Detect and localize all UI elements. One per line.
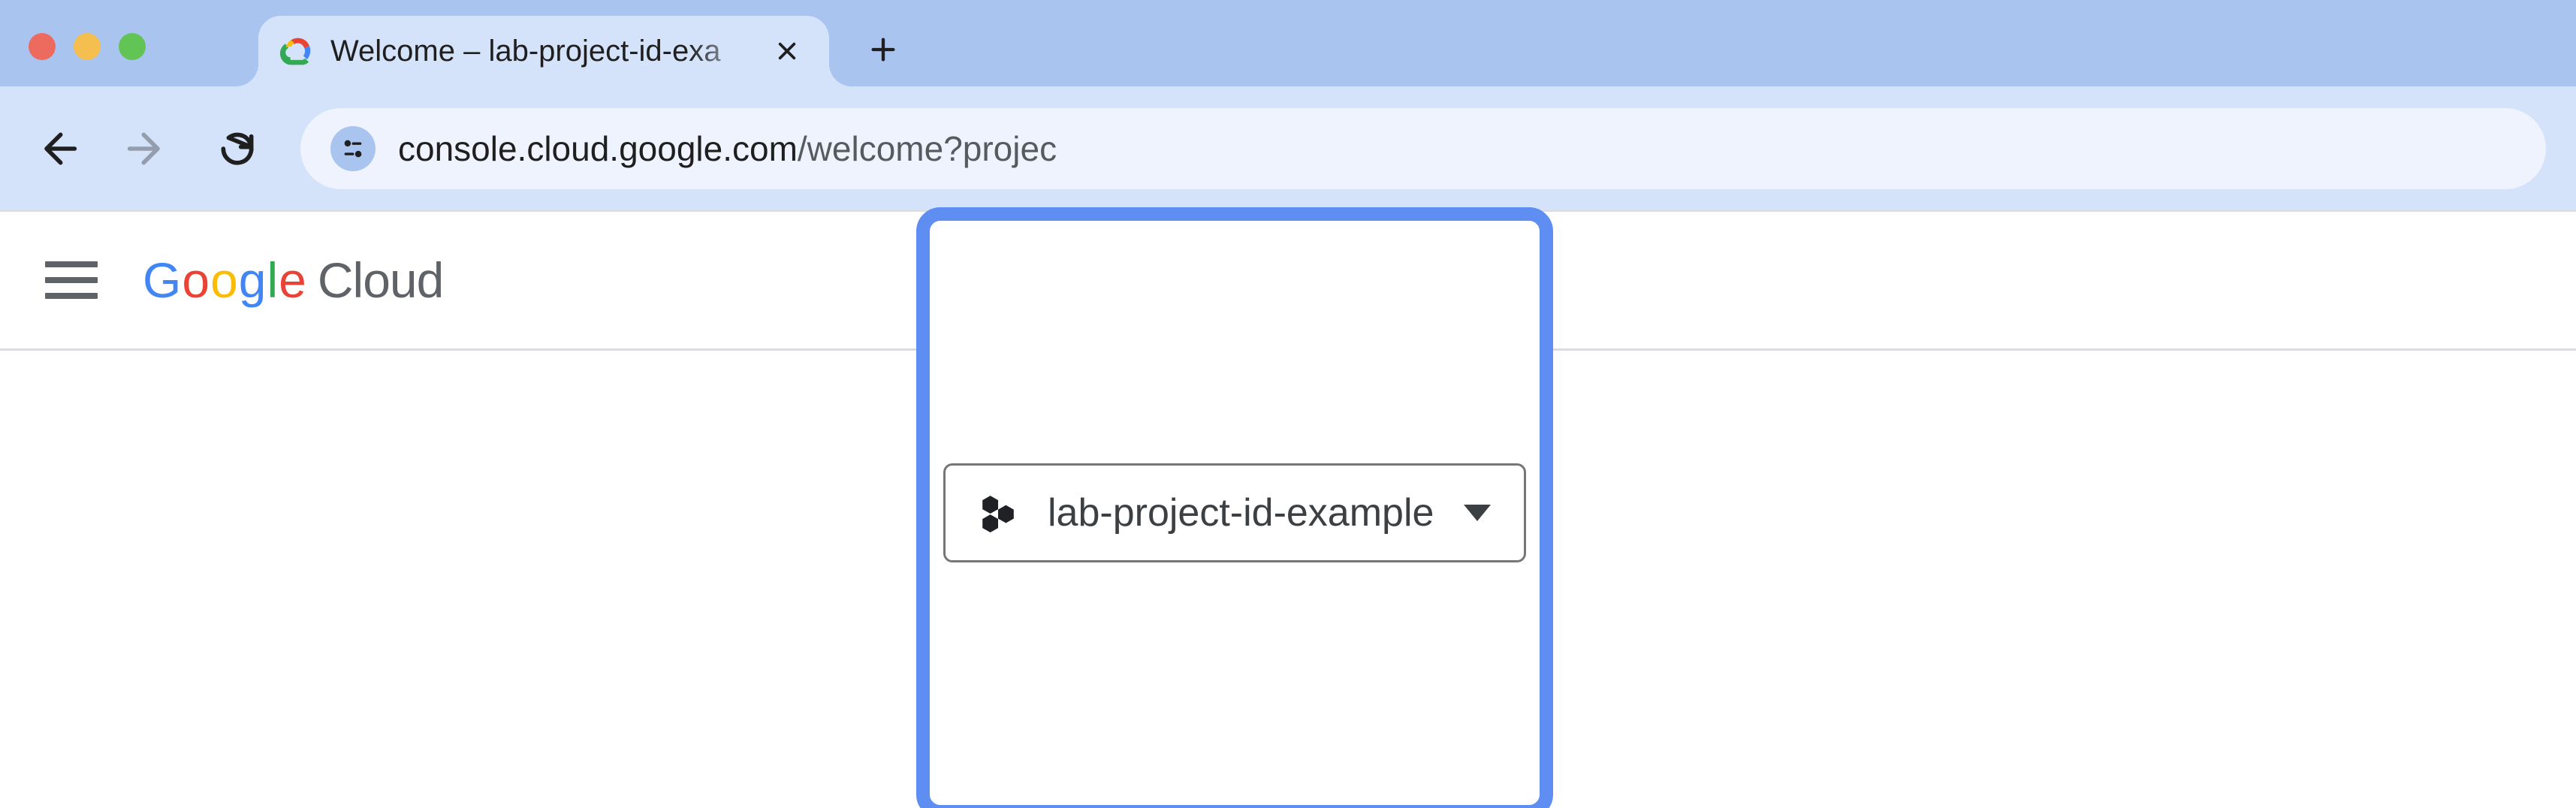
new-tab-button[interactable] <box>865 32 901 68</box>
navigation-menu-button[interactable] <box>45 261 98 299</box>
browser-tab-active[interactable]: Welcome – lab-project-id-exa <box>258 16 829 86</box>
gcloud-header: Google Cloud lab-project-id-example <box>0 212 2576 351</box>
tab-title: Welcome – lab-project-id-exa <box>330 35 753 68</box>
project-selector-name: lab-project-id-example <box>1048 490 1434 535</box>
project-selector-highlight: lab-project-id-example <box>916 207 1553 808</box>
site-settings-icon[interactable] <box>330 126 376 171</box>
window-close-button[interactable] <box>29 33 56 60</box>
project-hex-icon <box>979 493 1018 532</box>
address-bar[interactable]: console.cloud.google.com/welcome?projec <box>300 108 2546 189</box>
page-content: Google Cloud lab-project-id-example <box>0 210 2576 808</box>
window-minimize-button[interactable] <box>74 33 101 60</box>
window-controls <box>29 33 146 60</box>
tab-strip: Welcome – lab-project-id-exa <box>0 0 2576 86</box>
nav-reload-button[interactable] <box>210 122 264 176</box>
logo-cloud-text: Cloud <box>318 252 443 309</box>
url-path: /welcome?projec <box>798 129 1057 168</box>
tab-close-icon[interactable] <box>771 35 804 68</box>
browser-toolbar: console.cloud.google.com/welcome?projec <box>0 86 2576 210</box>
url-host: console.cloud.google.com <box>398 129 798 168</box>
google-cloud-logo[interactable]: Google Cloud <box>143 252 443 309</box>
nav-forward-button[interactable] <box>120 122 174 176</box>
browser-chrome: Welcome – lab-project-id-exa <box>0 0 2576 210</box>
dropdown-caret-icon <box>1464 505 1491 521</box>
project-selector-button[interactable]: lab-project-id-example <box>943 463 1526 562</box>
address-bar-url: console.cloud.google.com/welcome?projec <box>398 128 1057 169</box>
nav-back-button[interactable] <box>30 122 84 176</box>
google-cloud-icon <box>279 35 312 68</box>
window-zoom-button[interactable] <box>119 33 146 60</box>
